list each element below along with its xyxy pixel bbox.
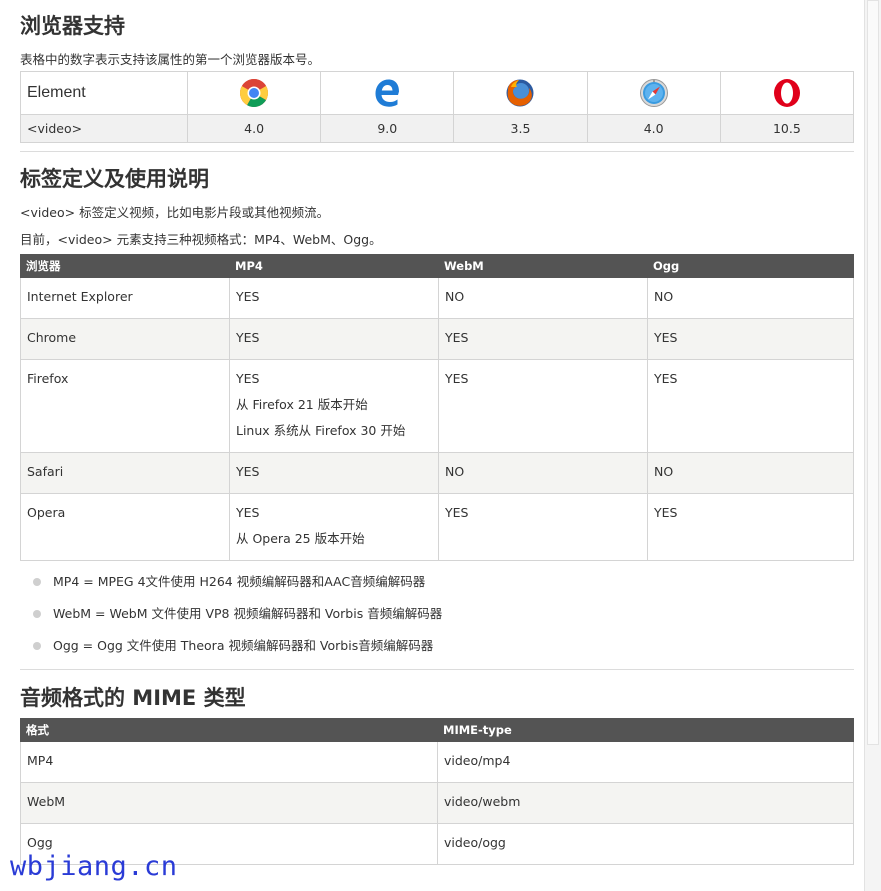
- col-header-browser: 浏览器: [20, 254, 230, 278]
- cell-mp4-line: YES: [236, 371, 260, 386]
- table-row: Internet Explorer YES NO NO: [20, 277, 854, 319]
- cell-mp4-line: YES: [236, 289, 260, 304]
- divider: [20, 669, 854, 670]
- list-item: Ogg = Ogg 文件使用 Theora 视频编解码器和 Vorbis音频编解…: [20, 636, 442, 668]
- col-header-mp4: MP4: [229, 254, 439, 278]
- firefox-cell: [453, 71, 588, 115]
- col-header-ogg: Ogg: [647, 254, 854, 278]
- support-header-row: Element: [20, 71, 855, 115]
- cell-browser: Chrome: [20, 318, 230, 360]
- safari-icon: [639, 79, 668, 107]
- table-header-row: 格式 MIME-type: [20, 718, 854, 742]
- chrome-icon: [240, 79, 269, 107]
- cell-ogg: YES: [647, 318, 854, 360]
- codec-notes-list: MP4 = MPEG 4文件使用 H264 视频编解码器和AAC音频编解码器 W…: [20, 572, 442, 668]
- note-text: MP4 = MPEG 4文件使用 H264 视频编解码器和AAC音频编解码器: [53, 574, 426, 589]
- cell-format: WebM: [20, 782, 438, 824]
- cell-browser: Internet Explorer: [20, 277, 230, 319]
- cell-mp4-line: Linux 系统从 Firefox 30 开始: [236, 423, 406, 438]
- support-version-row: <video> 4.0 9.0 3.5 4.0 10.5: [20, 114, 855, 143]
- cell-webm: YES: [438, 493, 648, 561]
- cell-mp4-line: YES: [236, 330, 260, 345]
- mime-type-table: 格式 MIME-type MP4 video/mp4 WebM video/we…: [20, 718, 854, 865]
- col-header-format: 格式: [20, 718, 438, 742]
- support-description: 表格中的数字表示支持该属性的第一个浏览器版本号。: [20, 52, 321, 67]
- cell-ogg: YES: [647, 359, 854, 453]
- cell-mp4: YES: [229, 277, 439, 319]
- format-support-table: 浏览器 MP4 WebM Ogg Internet Explorer YES N…: [20, 254, 854, 561]
- support-title: 浏览器支持: [20, 14, 125, 38]
- version-chrome: 4.0: [186, 114, 322, 143]
- cell-webm: NO: [438, 277, 648, 319]
- divider: [20, 151, 854, 152]
- list-item: MP4 = MPEG 4文件使用 H264 视频编解码器和AAC音频编解码器: [20, 572, 442, 604]
- version-firefox: 3.5: [453, 114, 588, 143]
- scrollbar-thumb[interactable]: [867, 0, 879, 745]
- cell-webm: YES: [438, 318, 648, 360]
- cell-webm: YES: [438, 359, 648, 453]
- browser-support-table: Element <video> 4.0 9.0 3.5 4.0 10.5: [20, 71, 855, 143]
- chrome-cell: [186, 71, 322, 115]
- cell-mp4: YES 从 Opera 25 版本开始: [229, 493, 439, 561]
- firefox-icon: [506, 79, 534, 107]
- cell-ogg: NO: [647, 452, 854, 494]
- mime-title: 音频格式的 MIME 类型: [20, 686, 246, 710]
- version-edge: 9.0: [320, 114, 455, 143]
- cell-browser: Opera: [20, 493, 230, 561]
- version-opera: 10.5: [719, 114, 855, 143]
- cell-mime-type: video/webm: [437, 782, 854, 824]
- cell-browser: Firefox: [20, 359, 230, 453]
- note-text: WebM = WebM 文件使用 VP8 视频编解码器和 Vorbis 音频编解…: [53, 606, 443, 621]
- version-safari: 4.0: [586, 114, 721, 143]
- bullet-icon: [33, 610, 41, 618]
- cell-mp4: YES: [229, 452, 439, 494]
- table-row: MP4 video/mp4: [20, 741, 854, 783]
- edge-cell: [320, 71, 455, 115]
- cell-mime-type: video/mp4: [437, 741, 854, 783]
- definition-line-2: 目前，<video> 元素支持三种视频格式：MP4、WebM、Ogg。: [20, 232, 382, 247]
- table-header-row: 浏览器 MP4 WebM Ogg: [20, 254, 854, 278]
- cell-format: MP4: [20, 741, 438, 783]
- row-label: <video>: [20, 114, 188, 143]
- table-row: Chrome YES YES YES: [20, 318, 854, 360]
- col-header-mime-type: MIME-type: [437, 718, 854, 742]
- cell-ogg: NO: [647, 277, 854, 319]
- definition-title: 标签定义及使用说明: [20, 167, 209, 191]
- bullet-icon: [33, 642, 41, 650]
- table-row: Firefox YES 从 Firefox 21 版本开始 Linux 系统从 …: [20, 359, 854, 453]
- cell-mime-type: video/ogg: [437, 823, 854, 865]
- definition-line-1: <video> 标签定义视频，比如电影片段或其他视频流。: [20, 205, 330, 220]
- safari-cell: [586, 71, 721, 115]
- note-text: Ogg = Ogg 文件使用 Theora 视频编解码器和 Vorbis音频编解…: [53, 638, 434, 653]
- table-row: Safari YES NO NO: [20, 452, 854, 494]
- cell-mp4-line: 从 Firefox 21 版本开始: [236, 397, 368, 412]
- cell-mp4: YES 从 Firefox 21 版本开始 Linux 系统从 Firefox …: [229, 359, 439, 453]
- element-header: Element: [20, 71, 188, 115]
- opera-cell: [719, 71, 855, 115]
- cell-ogg: YES: [647, 493, 854, 561]
- cell-browser: Safari: [20, 452, 230, 494]
- cell-mp4-line: YES: [236, 505, 260, 520]
- edge-icon: [375, 79, 400, 107]
- col-header-webm: WebM: [438, 254, 648, 278]
- list-item: WebM = WebM 文件使用 VP8 视频编解码器和 Vorbis 音频编解…: [20, 604, 442, 636]
- cell-mp4-line: YES: [236, 464, 260, 479]
- opera-icon: [773, 79, 800, 107]
- cell-webm: NO: [438, 452, 648, 494]
- cell-mp4: YES: [229, 318, 439, 360]
- cell-mp4-line: 从 Opera 25 版本开始: [236, 531, 365, 546]
- table-row: Opera YES 从 Opera 25 版本开始 YES YES: [20, 493, 854, 561]
- watermark: wbjiang.cn: [10, 851, 178, 882]
- table-row: WebM video/webm: [20, 782, 854, 824]
- bullet-icon: [33, 578, 41, 586]
